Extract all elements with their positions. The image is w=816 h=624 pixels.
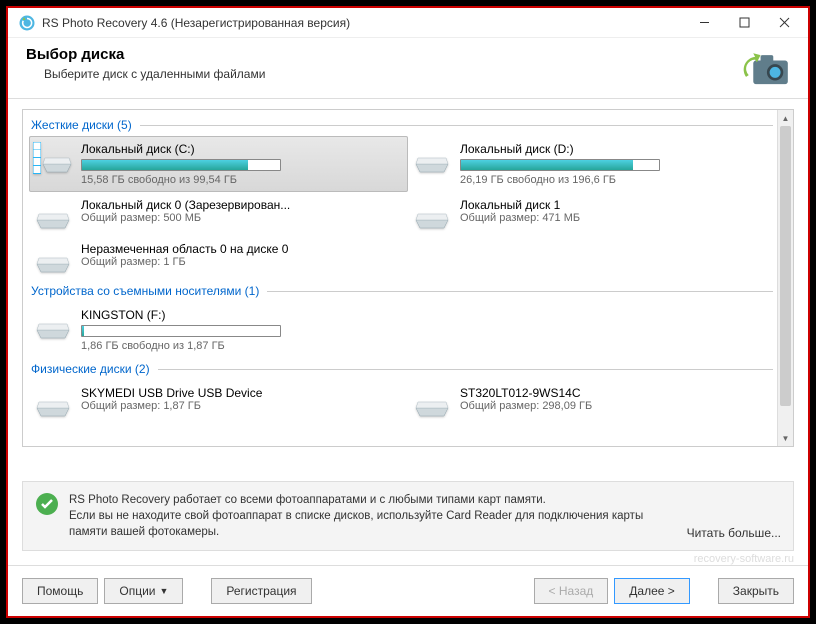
options-button[interactable]: Опции▼ (104, 578, 183, 604)
register-button[interactable]: Регистрация (211, 578, 311, 604)
divider (158, 369, 773, 370)
section-label: Устройства со съемными носителями (1) (31, 284, 259, 298)
info-text: RS Photo Recovery работает со всеми фото… (69, 492, 677, 540)
disk-item-c[interactable]: Локальный диск (C:) 15,58 ГБ свободно из… (29, 136, 408, 192)
titlebar: RS Photo Recovery 4.6 (Незарегистрирован… (8, 8, 808, 38)
section-removable[interactable]: Устройства со съемными носителями (1) ˆ (29, 280, 787, 302)
close-button-bottom[interactable]: Закрыть (718, 578, 794, 604)
divider (140, 125, 773, 126)
disk-name: Локальный диск (C:) (81, 142, 404, 156)
section-label: Физические диски (2) (31, 362, 150, 376)
button-bar: Помощь Опции▼ Регистрация < Назад Далее … (8, 565, 808, 616)
disk-subtitle: 15,58 ГБ свободно из 99,54 ГБ (81, 174, 404, 186)
section-physical[interactable]: Физические диски (2) ˆ (29, 358, 787, 380)
divider (267, 291, 773, 292)
disk-name: Локальный диск 1 (460, 198, 783, 212)
check-icon (35, 492, 59, 516)
scrollbar-thumb[interactable] (780, 126, 791, 406)
close-button[interactable] (764, 9, 804, 37)
scrollbar[interactable]: ▲ ▼ (777, 110, 793, 446)
usage-bar (81, 159, 281, 171)
drive-icon (412, 142, 452, 174)
next-button[interactable]: Далее > (614, 578, 690, 604)
disk-item-kingston[interactable]: KINGSTON (F:) 1,86 ГБ свободно из 1,87 Г… (29, 302, 408, 358)
watermark: recovery-software.ru (8, 553, 808, 565)
disk-name: KINGSTON (F:) (81, 308, 404, 322)
disk-subtitle: Общий размер: 298,09 ГБ (460, 400, 783, 412)
app-icon (18, 14, 36, 32)
scroll-up-icon[interactable]: ▲ (778, 110, 793, 126)
minimize-button[interactable] (684, 9, 724, 37)
drive-icon (412, 198, 452, 230)
drive-icon (33, 142, 73, 174)
info-panel: RS Photo Recovery работает со всеми фото… (22, 481, 794, 551)
disk-name: Локальный диск (D:) (460, 142, 783, 156)
back-button: < Назад (534, 578, 609, 604)
usage-bar (460, 159, 660, 171)
drive-icon (33, 242, 73, 274)
disk-item-st320[interactable]: ST320LT012-9WS14C Общий размер: 298,09 Г… (408, 380, 787, 424)
disk-item-local0[interactable]: Локальный диск 0 (Зарезервирован... Общи… (29, 192, 408, 236)
section-hard-disks[interactable]: Жесткие диски (5) ˆ (29, 114, 787, 136)
disk-subtitle: 1,86 ГБ свободно из 1,87 ГБ (81, 340, 404, 352)
disk-item-skymedi[interactable]: SKYMEDI USB Drive USB Device Общий разме… (29, 380, 408, 424)
disk-item-d[interactable]: Локальный диск (D:) 26,19 ГБ свободно из… (408, 136, 787, 192)
disk-name: Неразмеченная область 0 на диске 0 (81, 242, 404, 256)
disk-name: Локальный диск 0 (Зарезервирован... (81, 198, 404, 212)
disk-name: SKYMEDI USB Drive USB Device (81, 386, 404, 400)
scroll-down-icon[interactable]: ▼ (778, 430, 793, 446)
page-subtitle: Выберите диск с удаленными файлами (44, 67, 742, 81)
drive-icon (33, 308, 73, 340)
disk-subtitle: Общий размер: 1,87 ГБ (81, 400, 404, 412)
caret-down-icon: ▼ (159, 586, 168, 596)
drive-icon (33, 386, 73, 418)
help-button[interactable]: Помощь (22, 578, 98, 604)
drive-icon (33, 198, 73, 230)
disk-item-unalloc[interactable]: Неразмеченная область 0 на диске 0 Общий… (29, 236, 408, 280)
section-label: Жесткие диски (5) (31, 118, 132, 132)
disk-name: ST320LT012-9WS14C (460, 386, 783, 400)
wizard-header: Выбор диска Выберите диск с удаленными ф… (8, 38, 808, 99)
disk-item-local1[interactable]: Локальный диск 1 Общий размер: 471 МБ (408, 192, 787, 236)
disk-subtitle: Общий размер: 500 МБ (81, 212, 404, 224)
disk-subtitle: Общий размер: 1 ГБ (81, 256, 404, 268)
camera-icon (742, 46, 790, 86)
disk-subtitle: 26,19 ГБ свободно из 196,6 ГБ (460, 174, 783, 186)
read-more-link[interactable]: Читать больше... (687, 526, 781, 540)
disk-subtitle: Общий размер: 471 МБ (460, 212, 783, 224)
maximize-button[interactable] (724, 9, 764, 37)
drive-icon (412, 386, 452, 418)
disk-list: Жесткие диски (5) ˆ Локальный диск (C:) … (22, 109, 794, 447)
window-title: RS Photo Recovery 4.6 (Незарегистрирован… (42, 16, 684, 30)
page-title: Выбор диска (26, 46, 742, 63)
usage-bar (81, 325, 281, 337)
